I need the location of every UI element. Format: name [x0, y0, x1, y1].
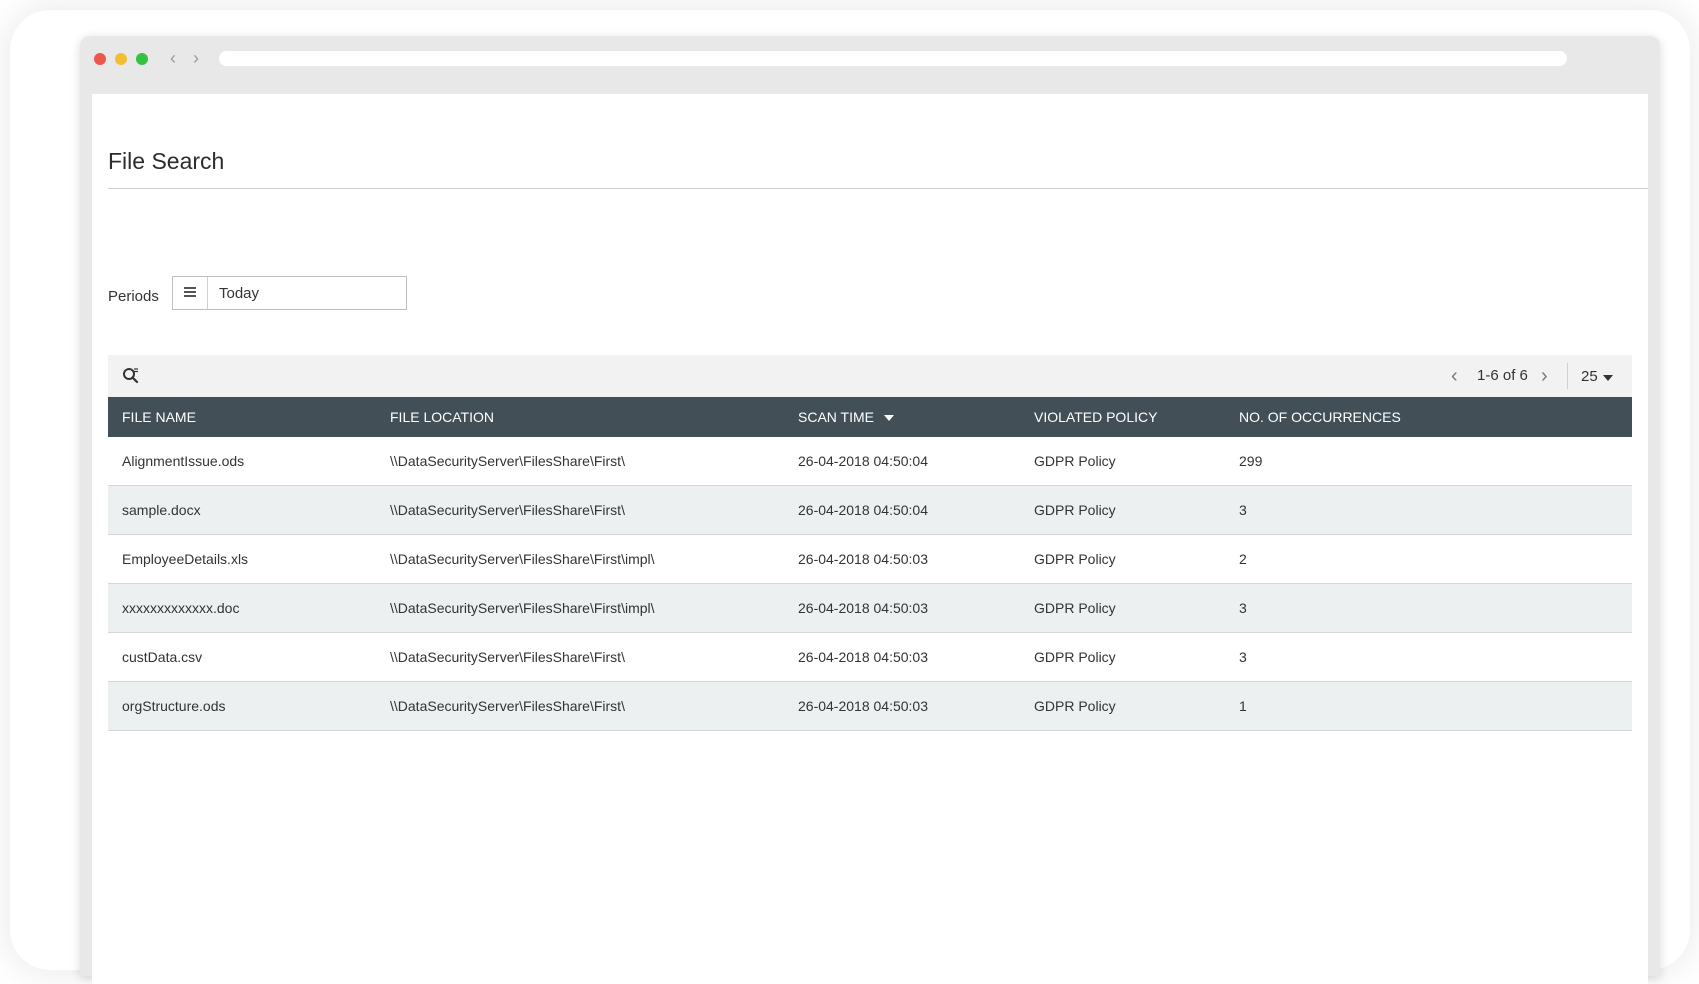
page-size-select[interactable]: 25	[1581, 368, 1598, 385]
column-header-file-location[interactable]: FILE LOCATION	[376, 397, 784, 437]
cell-file-location: \\DataSecurityServer\FilesShare\First\	[376, 632, 784, 682]
column-header-violated-policy[interactable]: VIOLATED POLICY	[1020, 397, 1225, 437]
page-content: File Search Periods Today ‹ 1-6 of 6 › 2…	[92, 94, 1648, 984]
period-selector[interactable]: Today	[172, 276, 407, 310]
cell-file-location: \\DataSecurityServer\FilesShare\First\	[376, 437, 784, 486]
table-row[interactable]: EmployeeDetails.xls \\DataSecurityServer…	[108, 534, 1632, 584]
table-header-row: FILE NAME FILE LOCATION SCAN TIME VIOLAT…	[108, 397, 1632, 437]
table-row[interactable]: custData.csv \\DataSecurityServer\FilesS…	[108, 632, 1632, 682]
pagination-info: 1-6 of 6	[1477, 367, 1528, 384]
calendar-icon	[184, 287, 196, 299]
sort-descending-icon	[883, 415, 894, 422]
cell-scan-time: 26-04-2018 04:50:03	[784, 632, 1020, 682]
cell-violated-policy: GDPR Policy	[1020, 437, 1225, 486]
cell-violated-policy: GDPR Policy	[1020, 583, 1225, 633]
chevron-down-icon[interactable]	[1603, 375, 1613, 381]
cell-scan-time: 26-04-2018 04:50:03	[784, 534, 1020, 584]
column-header-file-name[interactable]: FILE NAME	[108, 397, 376, 437]
back-arrow-icon[interactable]: ‹	[170, 48, 176, 68]
cell-occurrences: 299	[1225, 437, 1632, 486]
next-page-button[interactable]: ›	[1541, 365, 1548, 388]
pager-divider	[1567, 363, 1568, 389]
maximize-window-button[interactable]	[136, 53, 148, 65]
title-divider	[108, 188, 1648, 189]
cell-file-name: AlignmentIssue.ods	[108, 437, 376, 486]
cell-occurrences: 3	[1225, 583, 1632, 633]
table-row[interactable]: xxxxxxxxxxxxx.doc \\DataSecurityServer\F…	[108, 583, 1632, 633]
cell-file-name: EmployeeDetails.xls	[108, 534, 376, 584]
cell-file-name: custData.csv	[108, 632, 376, 682]
cell-file-name: xxxxxxxxxxxxx.doc	[108, 583, 376, 633]
table-toolbar: ‹ 1-6 of 6 › 25	[108, 355, 1632, 397]
cell-violated-policy: GDPR Policy	[1020, 632, 1225, 682]
search-icon[interactable]	[122, 367, 140, 385]
cell-occurrences: 3	[1225, 485, 1632, 535]
table-row[interactable]: orgStructure.ods \\DataSecurityServer\Fi…	[108, 681, 1632, 731]
forward-arrow-icon[interactable]: ›	[193, 48, 199, 68]
cell-occurrences: 3	[1225, 632, 1632, 682]
cell-file-name: sample.docx	[108, 485, 376, 535]
cell-occurrences: 2	[1225, 534, 1632, 584]
results-table: FILE NAME FILE LOCATION SCAN TIME VIOLAT…	[108, 397, 1632, 731]
cell-scan-time: 26-04-2018 04:50:04	[784, 437, 1020, 486]
cell-scan-time: 26-04-2018 04:50:03	[784, 681, 1020, 731]
cell-occurrences: 1	[1225, 681, 1632, 731]
cell-file-name: orgStructure.ods	[108, 681, 376, 731]
cell-file-location: \\DataSecurityServer\FilesShare\First\	[376, 485, 784, 535]
close-window-button[interactable]	[94, 53, 106, 65]
cell-file-location: \\DataSecurityServer\FilesShare\First\im…	[376, 583, 784, 633]
period-value: Today	[219, 285, 260, 302]
cell-violated-policy: GDPR Policy	[1020, 681, 1225, 731]
browser-window: ‹ › File Search Periods Today ‹ 1-6 of 6…	[80, 36, 1660, 984]
cell-violated-policy: GDPR Policy	[1020, 485, 1225, 535]
table-row[interactable]: AlignmentIssue.ods \\DataSecurityServer\…	[108, 437, 1632, 486]
cell-violated-policy: GDPR Policy	[1020, 534, 1225, 584]
browser-titlebar: ‹ ›	[80, 36, 1660, 82]
minimize-window-button[interactable]	[115, 53, 127, 65]
cell-scan-time: 26-04-2018 04:50:03	[784, 583, 1020, 633]
column-header-occurrences[interactable]: NO. OF OCCURRENCES	[1225, 397, 1632, 437]
page-title: File Search	[108, 148, 225, 174]
table-row[interactable]: sample.docx \\DataSecurityServer\FilesSh…	[108, 485, 1632, 535]
cell-file-location: \\DataSecurityServer\FilesShare\First\im…	[376, 534, 784, 584]
cell-scan-time: 26-04-2018 04:50:04	[784, 485, 1020, 535]
column-header-scan-time[interactable]: SCAN TIME	[784, 397, 1020, 437]
address-bar[interactable]	[219, 51, 1567, 66]
periods-label: Periods	[108, 288, 159, 305]
calendar-button[interactable]	[173, 277, 208, 309]
previous-page-button[interactable]: ‹	[1451, 365, 1458, 388]
cell-file-location: \\DataSecurityServer\FilesShare\First\	[376, 681, 784, 731]
